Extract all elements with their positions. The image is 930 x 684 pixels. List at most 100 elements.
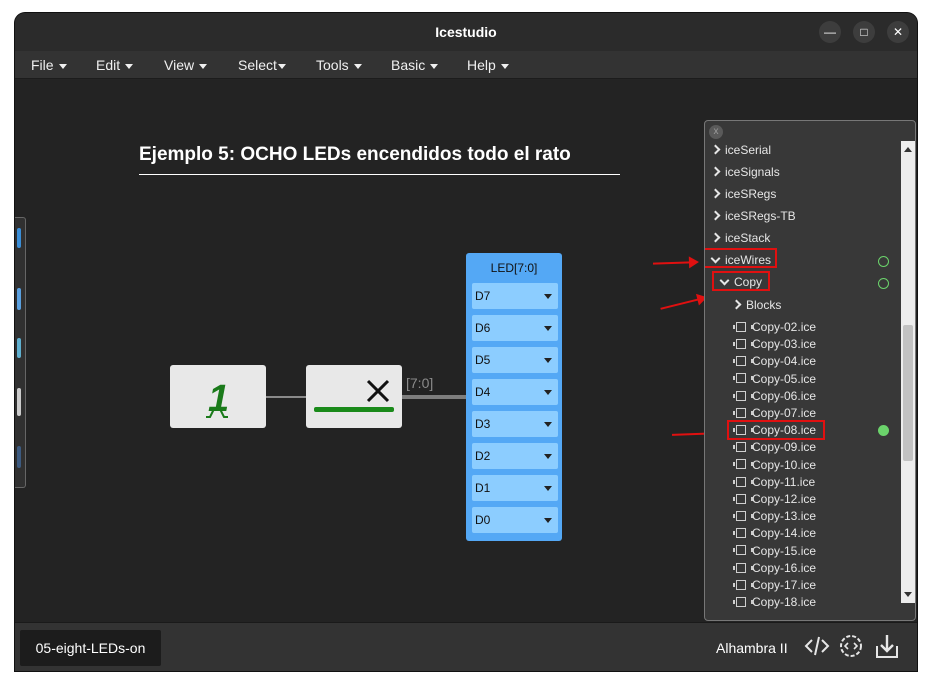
chip-icon <box>733 390 753 401</box>
menu-file[interactable]: File <box>31 57 67 73</box>
file-label: Copy-18.ice <box>752 595 817 610</box>
design-tab[interactable]: 05-eight-LEDs-on <box>20 630 161 666</box>
file-item[interactable]: Copy-03.ice <box>733 337 817 352</box>
close-icon[interactable]: x <box>709 125 723 139</box>
chevron-right-icon <box>710 232 721 243</box>
tree-item-iceserial[interactable]: iceSerial <box>710 143 772 157</box>
board-name[interactable]: Alhambra II <box>716 640 788 656</box>
menu-view[interactable]: View <box>164 57 208 73</box>
settings-code-icon[interactable] <box>837 632 865 660</box>
chip-icon <box>733 511 753 522</box>
annotation-highlight <box>705 248 777 268</box>
pin-label: D2 <box>475 449 491 463</box>
file-label: Copy-11.ice <box>752 474 816 489</box>
bus-constant-block[interactable] <box>306 365 402 428</box>
menu-help[interactable]: Help <box>467 57 509 73</box>
file-item[interactable]: Copy-08.ice <box>733 423 816 437</box>
file-item[interactable]: Copy-06.ice <box>733 389 816 403</box>
file-item[interactable]: Copy-17.ice <box>733 578 817 592</box>
chip-icon <box>733 493 753 504</box>
chevron-right-icon <box>710 188 721 199</box>
file-item[interactable]: Copy-09.ice <box>733 440 816 454</box>
file-item[interactable]: Copy-05.ice <box>733 371 817 386</box>
bus-wire <box>402 395 466 399</box>
design-canvas[interactable]: Ejemplo 5: OCHO LEDs encendidos todo el … <box>15 80 917 622</box>
tree-item-icesregs-tb[interactable]: iceSRegs-TB <box>710 209 796 223</box>
file-item[interactable]: Copy-02.ice <box>733 320 816 334</box>
file-label: Copy-05.ice <box>752 371 817 386</box>
file-item[interactable]: Copy-18.ice <box>733 595 817 610</box>
chevron-down-icon <box>353 63 362 69</box>
tree-item-icesignals[interactable]: iceSignals <box>710 165 780 179</box>
code-icon[interactable] <box>803 632 831 660</box>
file-item[interactable]: Copy-12.ice <box>733 492 816 506</box>
file-label: Copy-03.ice <box>752 337 817 352</box>
file-item[interactable]: Copy-13.ice <box>733 509 817 524</box>
left-toolbox-tab[interactable] <box>15 217 26 488</box>
maximize-button[interactable]: □ <box>853 21 875 43</box>
chip-icon <box>733 339 753 350</box>
chevron-down-icon <box>544 486 552 491</box>
pin-select-d1[interactable]: D1 <box>472 475 558 501</box>
title-underline <box>139 174 620 175</box>
file-item[interactable]: Copy-10.ice <box>733 457 817 472</box>
file-item[interactable]: Copy-11.ice <box>733 474 816 489</box>
panel-scrollbar[interactable] <box>901 141 915 603</box>
close-button[interactable]: ✕ <box>887 21 909 43</box>
pin-select-d4[interactable]: D4 <box>472 379 558 405</box>
tree-item-blocks[interactable]: Blocks <box>731 298 781 312</box>
scroll-down-icon[interactable] <box>904 592 912 597</box>
pin-select-d2[interactable]: D2 <box>472 443 558 469</box>
annotation-arrow <box>652 261 692 265</box>
chevron-down-icon <box>544 454 552 459</box>
chip-icon <box>733 545 753 556</box>
tree-item-icesregs[interactable]: iceSRegs <box>710 187 776 201</box>
file-label: Copy-10.ice <box>752 457 817 472</box>
menu-bar: File Edit View Select Tools Basic Help <box>15 51 917 79</box>
toolbox-swatch <box>17 288 21 310</box>
pin-select-d7[interactable]: D7 <box>472 283 558 309</box>
led-output-block[interactable]: LED[7:0] D7 D6 D5 D4 D3 D2 D1 D0 <box>466 253 562 541</box>
annotation-arrow <box>660 298 700 310</box>
file-item[interactable]: Copy-15.ice <box>733 544 816 558</box>
pin-select-d6[interactable]: D6 <box>472 315 558 341</box>
file-label: Copy-17.ice <box>752 578 817 592</box>
chevron-down-icon <box>544 358 552 363</box>
toolbox-swatch <box>17 388 21 416</box>
file-item[interactable]: Copy-07.ice <box>733 406 816 420</box>
menu-basic[interactable]: Basic <box>391 57 439 73</box>
pin-label: D7 <box>475 289 491 303</box>
file-label: Copy-13.ice <box>752 509 817 524</box>
toolbox-swatch <box>17 338 21 358</box>
file-item[interactable]: Copy-16.ice <box>733 560 817 575</box>
file-item[interactable]: Copy-04.ice <box>733 354 816 368</box>
scroll-up-icon[interactable] <box>904 147 912 152</box>
design-title: Ejemplo 5: OCHO LEDs encendidos todo el … <box>139 144 571 165</box>
pin-select-d3[interactable]: D3 <box>472 411 558 437</box>
menu-select[interactable]: Select <box>238 57 286 73</box>
chevron-down-icon <box>544 326 552 331</box>
scroll-thumb[interactable] <box>903 325 913 461</box>
tree-item-icestack[interactable]: iceStack <box>710 231 770 245</box>
menu-select-label: Select <box>238 57 277 73</box>
tree-label: iceSerial <box>725 143 772 157</box>
pin-select-d0[interactable]: D0 <box>472 507 558 533</box>
chevron-down-icon <box>58 63 67 69</box>
file-label: Copy-16.ice <box>752 560 817 575</box>
menu-tools[interactable]: Tools <box>316 57 362 73</box>
menu-basic-label: Basic <box>391 57 426 73</box>
menu-edit[interactable]: Edit <box>96 57 134 73</box>
upload-icon[interactable] <box>873 632 901 660</box>
toolbox-swatch <box>17 446 21 468</box>
pin-select-d5[interactable]: D5 <box>472 347 558 373</box>
menu-help-label: Help <box>467 57 496 73</box>
bus-width-label: [7:0] <box>406 375 434 391</box>
minimize-button[interactable]: — <box>819 21 841 43</box>
constant-block[interactable]: 1 <box>170 365 266 428</box>
led-block-title: LED[7:0] <box>490 261 538 275</box>
chevron-down-icon <box>430 63 439 69</box>
menu-view-label: View <box>164 57 195 73</box>
chip-icon <box>733 459 753 470</box>
file-item[interactable]: Copy-14.ice <box>733 526 816 540</box>
chevron-down-icon <box>544 294 552 299</box>
